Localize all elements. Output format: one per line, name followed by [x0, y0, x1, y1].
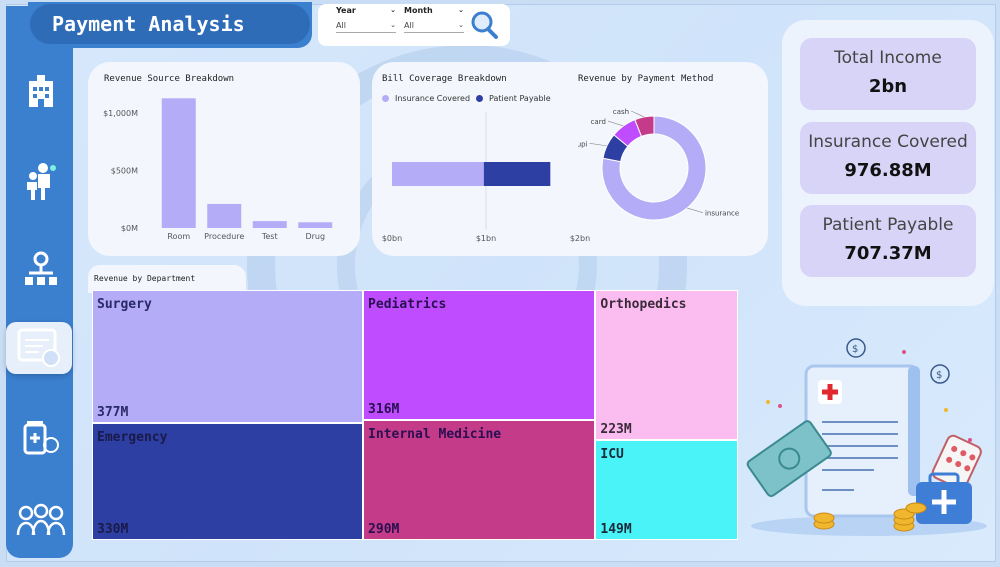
- month-filter[interactable]: Month ⌄ All ⌄: [404, 6, 464, 33]
- chevron-down-icon: ⌄: [390, 6, 396, 14]
- slice-leader-line: [589, 143, 607, 147]
- kpi-value: 707.37M: [844, 243, 932, 264]
- y-tick-label: $0M: [121, 224, 138, 233]
- payment-method-chart: insurance upi card cash: [578, 108, 739, 221]
- sidebar: [6, 6, 73, 558]
- revenue-source-chart: $0M $500M $1,000M Room Procedure Test Drug: [103, 98, 333, 241]
- chevron-down-icon: ⌄: [458, 21, 464, 29]
- department-treemap: Surgery 377M Emergency 330M Pediatrics 316M In…: [92, 290, 738, 540]
- hospital-icon: [29, 75, 53, 107]
- nav-pharmacy[interactable]: [14, 410, 68, 462]
- nav-hospital[interactable]: [14, 66, 68, 118]
- x-tick-label: Procedure: [204, 232, 244, 241]
- svg-text:$: $: [852, 344, 858, 355]
- slice-label: upi: [578, 140, 588, 148]
- treemap-tile-value: 330M: [97, 521, 129, 537]
- treemap-tile-value: 149M: [600, 521, 632, 537]
- x-tick-label: Room: [167, 232, 190, 241]
- patients-icon: [16, 503, 66, 536]
- y-tick-label: $1,000M: [103, 109, 138, 118]
- treemap-tile-name: ICU: [600, 446, 624, 462]
- treemap-tile-internal-medicine[interactable]: Internal Medicine 290M: [363, 420, 596, 540]
- x-tick-label: Drug: [305, 232, 325, 241]
- title-container: Payment Analysis: [28, 2, 312, 48]
- kpi-label: Patient Payable: [822, 215, 954, 235]
- nav-patients[interactable]: [14, 494, 68, 546]
- x-tick-label: $0bn: [382, 234, 402, 243]
- treemap-tile-orthopedics[interactable]: Orthopedics 223M: [595, 290, 738, 440]
- search-icon: [471, 11, 498, 39]
- bar-patient-payable: [483, 162, 551, 186]
- nav-staff[interactable]: [14, 156, 68, 208]
- svg-text:$: $: [936, 370, 942, 381]
- filter-bar: Year ⌄ All ⌄ Month ⌄ All ⌄: [318, 4, 510, 46]
- month-filter-label: Month: [404, 6, 433, 15]
- page-title: Payment Analysis: [30, 4, 310, 44]
- treemap-tile-name: Surgery: [97, 297, 152, 312]
- kpi-total-income: Total Income 2bn: [800, 38, 976, 110]
- treemap-tile-value: 377M: [97, 405, 129, 421]
- bar-drug: [298, 222, 333, 228]
- treemap-tile-name: Internal Medicine: [368, 427, 502, 443]
- treemap-tile-pediatrics[interactable]: Pediatrics 316M: [363, 290, 596, 421]
- year-filter[interactable]: Year ⌄ All ⌄: [336, 6, 396, 33]
- y-tick-label: $500M: [111, 167, 138, 176]
- chevron-down-icon: ⌄: [390, 21, 396, 29]
- kpi-label: Total Income: [834, 48, 942, 68]
- treemap-tile-surgery[interactable]: Surgery 377M: [92, 290, 364, 424]
- kpi-patient-payable: Patient Payable 707.37M: [800, 205, 976, 277]
- bar-procedure: [207, 203, 242, 228]
- department-title: Revenue by Department: [94, 274, 196, 283]
- department-title-tab: Revenue by Department: [88, 265, 246, 293]
- search-button[interactable]: [468, 10, 502, 40]
- treemap-tile-icu[interactable]: ICU 149M: [595, 439, 738, 540]
- slice-leader-line: [687, 207, 704, 213]
- treemap-tile-emergency[interactable]: Emergency 330M: [92, 423, 364, 540]
- bill-coverage-chart: $0bn $1bn $2bn: [382, 112, 590, 243]
- org-chart-icon: [25, 251, 57, 285]
- kpi-value: 976.88M: [844, 160, 932, 181]
- bar-room: [161, 98, 196, 228]
- chevron-down-icon: ⌄: [458, 6, 464, 14]
- treemap-tile-value: 316M: [368, 402, 400, 418]
- billing-icon: [17, 328, 60, 367]
- treemap-tile-name: Orthopedics: [600, 297, 687, 312]
- treemap-tile-name: Emergency: [97, 430, 168, 446]
- nav-payment-analysis[interactable]: [6, 322, 72, 374]
- year-filter-label: Year: [336, 6, 356, 15]
- slice-label: card: [591, 118, 606, 126]
- slice-leader-line: [631, 110, 645, 118]
- treemap-tile-value: 290M: [368, 521, 400, 537]
- bar-insurance-covered: [392, 162, 484, 186]
- bar-test: [252, 221, 287, 228]
- treemap-tile-value: 223M: [600, 421, 632, 437]
- slice-label: cash: [613, 108, 629, 116]
- treemap-tile-name: Pediatrics: [368, 297, 447, 312]
- year-filter-value: All: [336, 21, 346, 30]
- nav-organization[interactable]: [14, 244, 68, 296]
- x-tick-label: Test: [261, 232, 278, 241]
- kpi-label: Insurance Covered: [808, 132, 968, 152]
- kpi-insurance-covered: Insurance Covered 976.88M: [800, 122, 976, 194]
- kpi-panel: Total Income 2bn Insurance Covered 976.8…: [782, 20, 994, 306]
- staff-icon: [27, 163, 56, 200]
- x-tick-label: $1bn: [476, 234, 496, 243]
- month-filter-value: All: [404, 21, 414, 30]
- revenue-source-card: Revenue Source Breakdown $0M $500M $1,000M…: [88, 62, 360, 256]
- kpi-value: 2bn: [868, 76, 908, 97]
- medicine-icon: [23, 421, 59, 455]
- slice-label: insurance: [705, 210, 739, 218]
- coverage-payment-card: Bill Coverage Breakdown Revenue by Payme…: [372, 62, 768, 256]
- slice-leader-line: [607, 120, 624, 127]
- payment-illustration: $$: [746, 338, 987, 536]
